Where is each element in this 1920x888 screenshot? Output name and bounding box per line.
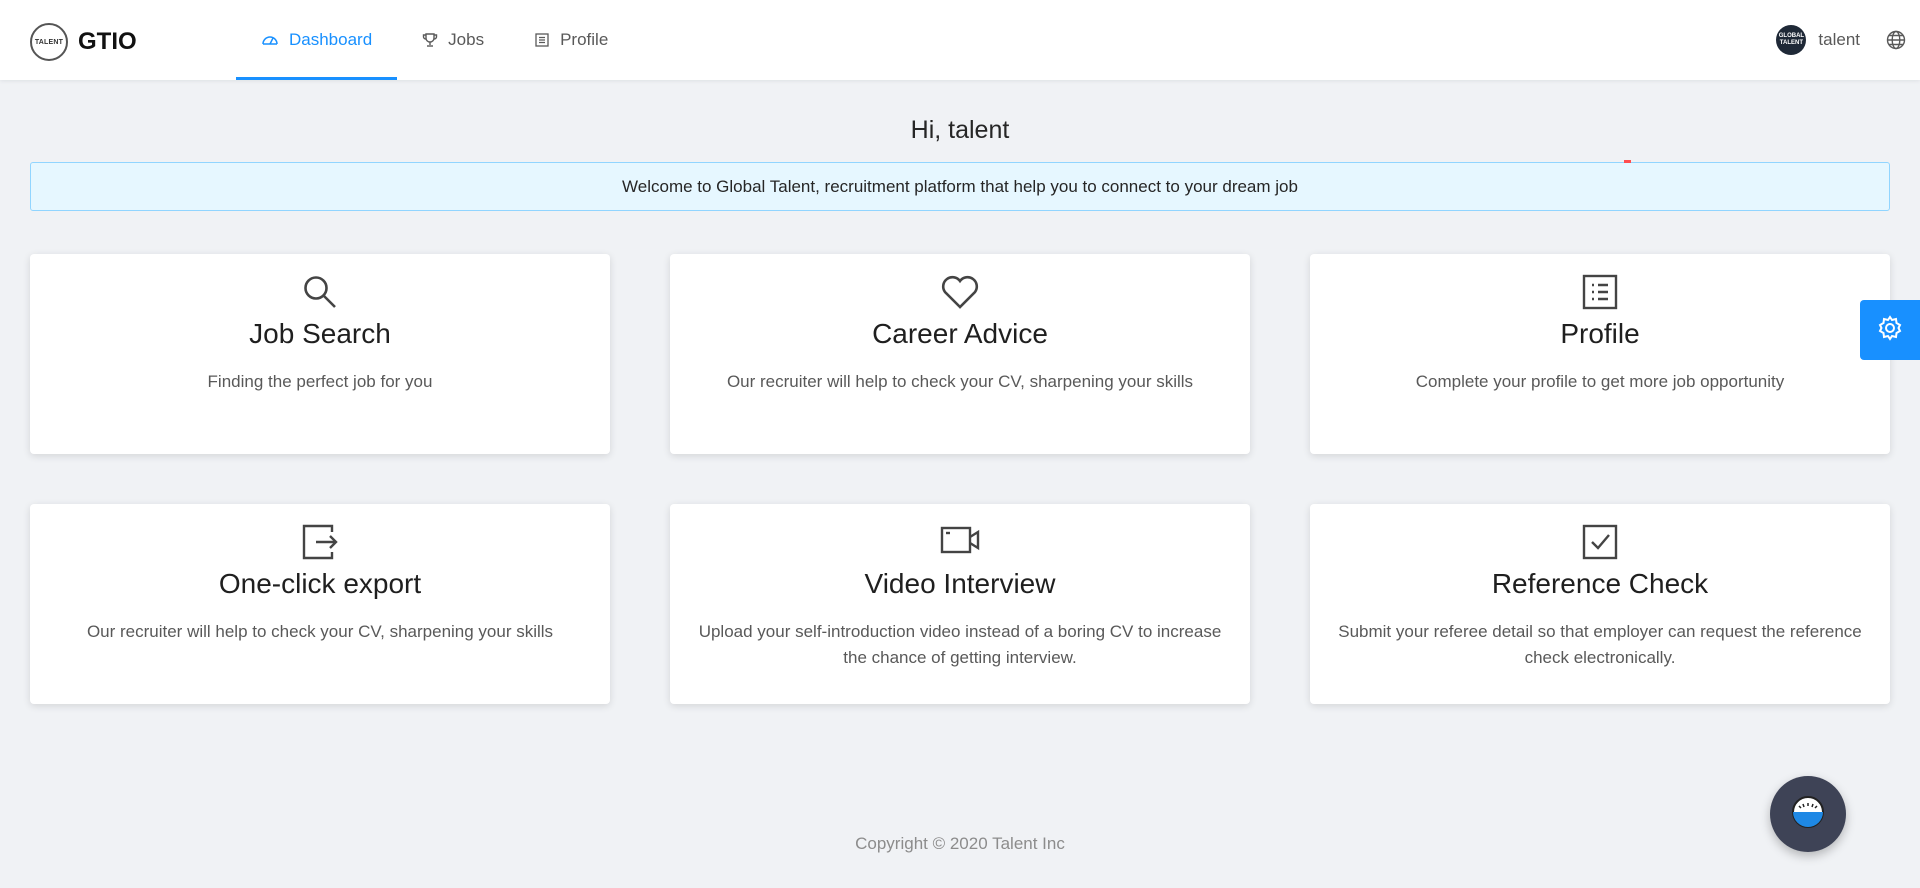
logo-text: TALENT (34, 38, 64, 46)
card-description: Our recruiter will help to check your CV… (726, 372, 1194, 391)
settings-drawer-button[interactable] (1860, 300, 1920, 360)
video-camera-icon (670, 524, 1250, 564)
card-description: Our recruiter will help to check your CV… (86, 622, 554, 641)
card-career-advice[interactable]: Career Advice Our recruiter will help to… (670, 254, 1250, 454)
card-description: Complete your profile to get more job op… (1415, 372, 1785, 391)
main-nav: Dashboard Jobs Profile (236, 0, 633, 80)
nav-item-profile[interactable]: Profile (509, 0, 633, 80)
welcome-alert: Welcome to Global Talent, recruitment pl… (30, 162, 1890, 211)
trophy-icon (422, 32, 438, 48)
red-marker (1624, 160, 1631, 163)
user-name: talent (1818, 30, 1860, 49)
card-title: Career Advice (872, 318, 1048, 349)
avatar-text: GLOBAL TALENT (1778, 33, 1805, 46)
profile-icon (534, 32, 550, 48)
globe-icon[interactable] (1886, 30, 1906, 55)
card-video-interview[interactable]: Video Interview Upload your self-introdu… (670, 504, 1250, 704)
nav-item-jobs[interactable]: Jobs (397, 0, 509, 80)
welcome-text: Welcome to Global Talent, recruitment pl… (622, 176, 1298, 196)
card-reference-check[interactable]: Reference Check Submit your referee deta… (1310, 504, 1890, 704)
checkbox-icon (1310, 524, 1890, 564)
card-job-search[interactable]: Job Search Finding the perfect job for y… (30, 254, 610, 454)
card-one-click-export[interactable]: One-click export Our recruiter will help… (30, 504, 610, 704)
card-profile[interactable]: Profile Complete your profile to get mor… (1310, 254, 1890, 454)
page-greeting: Hi, talent (910, 116, 1010, 144)
card-title: Video Interview (864, 568, 1056, 599)
nav-label-jobs: Jobs (448, 30, 485, 49)
brand[interactable]: TALENT GTIO (30, 23, 137, 61)
brand-name: GTIO (78, 28, 137, 55)
heart-icon (670, 274, 1250, 314)
card-title: Job Search (249, 318, 391, 349)
card-title: Reference Check (1491, 568, 1709, 599)
chat-icon (1791, 795, 1825, 834)
profile-list-icon (1310, 274, 1890, 314)
nav-label-dashboard: Dashboard (289, 30, 373, 49)
avatar: GLOBAL TALENT (1776, 25, 1807, 55)
footer-copyright: Copyright © 2020 Talent Inc (855, 834, 1065, 853)
gear-icon (1877, 314, 1903, 346)
card-description: Finding the perfect job for you (207, 372, 433, 391)
export-icon (30, 524, 610, 564)
nav-label-profile: Profile (560, 30, 609, 49)
card-title: One-click export (218, 568, 422, 599)
card-title: Profile (1560, 318, 1640, 349)
user-menu[interactable]: GLOBAL TALENT talent (1776, 24, 1860, 56)
talent-logo: TALENT (30, 23, 68, 61)
card-description: Submit your referee detail so that emplo… (1338, 622, 1862, 667)
top-header: TALENT GTIO Dashboard Jobs Profile GLOBA… (0, 0, 1920, 80)
card-description: Upload your self-introduction video inst… (698, 622, 1222, 667)
dashboard-icon (261, 31, 279, 49)
nav-item-dashboard[interactable]: Dashboard (236, 0, 398, 80)
search-icon (30, 274, 610, 314)
